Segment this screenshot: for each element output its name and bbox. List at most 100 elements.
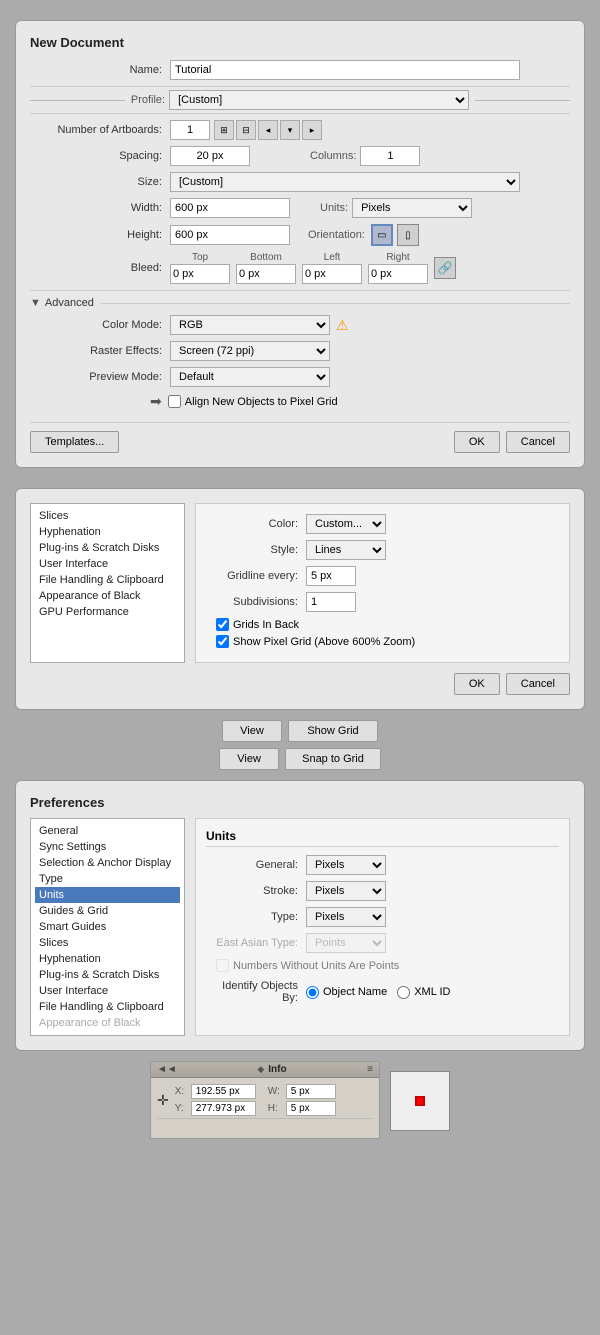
grids-in-back-checkbox[interactable] <box>216 618 229 631</box>
sidebar-item-slices[interactable]: Slices <box>35 508 180 524</box>
sidebar-item-gpu[interactable]: GPU Performance <box>35 604 180 620</box>
bleed-link-btn[interactable]: 🔗 <box>434 257 456 279</box>
show-grid-view-button[interactable]: View <box>222 720 282 742</box>
sidebar-item-ui2[interactable]: User Interface <box>35 983 180 999</box>
columns-label: Columns: <box>310 150 356 162</box>
units-section-title: Units <box>206 829 559 847</box>
width-label: Width: <box>30 202 170 214</box>
bleed-left-label: Left <box>324 252 341 263</box>
snap-to-grid-view-button[interactable]: View <box>219 748 279 770</box>
raster-row: Raster Effects: Screen (72 ppi) <box>30 341 570 361</box>
type-units-label: Type: <box>206 911 306 923</box>
pixel-preview <box>390 1071 450 1131</box>
artboard-arrange-icon[interactable]: ⊟ <box>236 120 256 140</box>
info-panel-bottom-bar <box>157 1118 373 1132</box>
guides-color-select[interactable]: Custom... <box>306 514 386 534</box>
name-input[interactable] <box>170 60 520 80</box>
sidebar-item-general[interactable]: General <box>35 823 180 839</box>
show-pixel-checkbox[interactable] <box>216 635 229 648</box>
preferences-title: Preferences <box>30 795 570 810</box>
bleed-right-group: Right <box>368 252 428 284</box>
sidebar-item-smart-guides[interactable]: Smart Guides <box>35 919 180 935</box>
type-units-select[interactable]: Pixels <box>306 907 386 927</box>
bleed-left-group: Left <box>302 252 362 284</box>
color-mode-select[interactable]: RGB <box>170 315 330 335</box>
sidebar-item-type[interactable]: Type <box>35 871 180 887</box>
units-label: Units: <box>320 202 348 214</box>
units-select[interactable]: Pixels <box>352 198 472 218</box>
bleed-bottom-input[interactable] <box>236 264 296 284</box>
columns-input[interactable] <box>360 146 420 166</box>
guides-color-label: Color: <box>206 518 306 530</box>
xml-id-radio[interactable] <box>397 986 410 999</box>
pref-layout: Slices Hyphenation Plug-ins & Scratch Di… <box>30 503 570 663</box>
info-panel-collapse[interactable]: ◄◄ <box>157 1064 177 1075</box>
gridline-input[interactable] <box>306 566 356 586</box>
subdivisions-input[interactable] <box>306 592 356 612</box>
guides-style-label: Style: <box>206 544 306 556</box>
units-sidebar: General Sync Settings Selection & Anchor… <box>30 818 185 1036</box>
snap-to-grid-row: View Snap to Grid <box>219 748 381 770</box>
artboards-label: Number of Artboards: <box>30 124 170 136</box>
height-input[interactable] <box>170 225 290 245</box>
size-select[interactable]: [Custom] <box>170 172 520 192</box>
sidebar-item-selection[interactable]: Selection & Anchor Display <box>35 855 180 871</box>
sidebar-item-hyphenation[interactable]: Hyphenation <box>35 524 180 540</box>
sidebar-item-ui[interactable]: User Interface <box>35 556 180 572</box>
templates-button[interactable]: Templates... <box>30 431 119 453</box>
artboard-grid-icon[interactable]: ⊞ <box>214 120 234 140</box>
stroke-units-select[interactable]: Pixels <box>306 881 386 901</box>
object-name-label[interactable]: Object Name <box>306 986 387 999</box>
bleed-right-label: Right <box>386 252 409 263</box>
sidebar-item-file-handling[interactable]: File Handling & Clipboard <box>35 572 180 588</box>
sidebar-item-plugins[interactable]: Plug-ins & Scratch Disks <box>35 540 180 556</box>
ok-cancel-group: OK Cancel <box>454 431 570 453</box>
landscape-btn[interactable]: ▯ <box>397 224 419 246</box>
artboard-left-icon[interactable]: ◂ <box>258 120 278 140</box>
guides-ok-button[interactable]: OK <box>454 673 500 695</box>
show-grid-button[interactable]: Show Grid <box>288 720 378 742</box>
orientation-buttons: ▭ ▯ <box>371 224 419 246</box>
guides-style-select[interactable]: Lines <box>306 540 386 560</box>
guides-cancel-button[interactable]: Cancel <box>506 673 570 695</box>
sidebar-item-appearance-black[interactable]: Appearance of Black <box>35 588 180 604</box>
general-units-select[interactable]: Pixels <box>306 855 386 875</box>
sidebar-item-plugins2[interactable]: Plug-ins & Scratch Disks <box>35 967 180 983</box>
bleed-top-input[interactable] <box>170 264 230 284</box>
identify-objects-row: Identify Objects By: Object Name XML ID <box>206 980 559 1004</box>
width-input[interactable] <box>170 198 290 218</box>
bleed-left-input[interactable] <box>302 264 362 284</box>
general-units-row: General: Pixels <box>206 855 559 875</box>
sidebar-item-appearance2: Appearance of Black <box>35 1015 180 1031</box>
sidebar-item-sync[interactable]: Sync Settings <box>35 839 180 855</box>
sidebar-item-slices2[interactable]: Slices <box>35 935 180 951</box>
preview-select[interactable]: Default <box>170 367 330 387</box>
ok-button[interactable]: OK <box>454 431 500 453</box>
advanced-header[interactable]: ▼ Advanced <box>30 297 570 309</box>
subdivisions-label: Subdivisions: <box>206 596 306 608</box>
info-panel-title: Info <box>268 1064 286 1075</box>
raster-select[interactable]: Screen (72 ppi) <box>170 341 330 361</box>
width-row: Width: Units: Pixels <box>30 198 570 218</box>
spacing-input[interactable] <box>170 146 250 166</box>
info-panel-menu[interactable]: ≡ <box>367 1064 373 1075</box>
numbers-without-units-label: Numbers Without Units Are Points <box>233 960 399 972</box>
crosshair-icon: ✛ <box>157 1092 169 1109</box>
object-name-radio[interactable] <box>306 986 319 999</box>
sidebar-item-units[interactable]: Units <box>35 887 180 903</box>
align-checkbox[interactable] <box>168 395 181 408</box>
snap-to-grid-button[interactable]: Snap to Grid <box>285 748 381 770</box>
xml-id-label[interactable]: XML ID <box>397 986 450 999</box>
profile-select[interactable]: [Custom] <box>169 90 469 110</box>
artboards-input[interactable] <box>170 120 210 140</box>
sidebar-item-file2[interactable]: File Handling & Clipboard <box>35 999 180 1015</box>
sidebar-item-hyphenation2[interactable]: Hyphenation <box>35 951 180 967</box>
new-document-dialog: New Document Name: Profile: [Custom] Num… <box>15 20 585 468</box>
show-pixel-row: Show Pixel Grid (Above 600% Zoom) <box>206 635 559 648</box>
cancel-button[interactable]: Cancel <box>506 431 570 453</box>
artboard-down-icon[interactable]: ▾ <box>280 120 300 140</box>
sidebar-item-guides-grid[interactable]: Guides & Grid <box>35 903 180 919</box>
artboard-right-icon[interactable]: ▸ <box>302 120 322 140</box>
bleed-right-input[interactable] <box>368 264 428 284</box>
portrait-btn[interactable]: ▭ <box>371 224 393 246</box>
